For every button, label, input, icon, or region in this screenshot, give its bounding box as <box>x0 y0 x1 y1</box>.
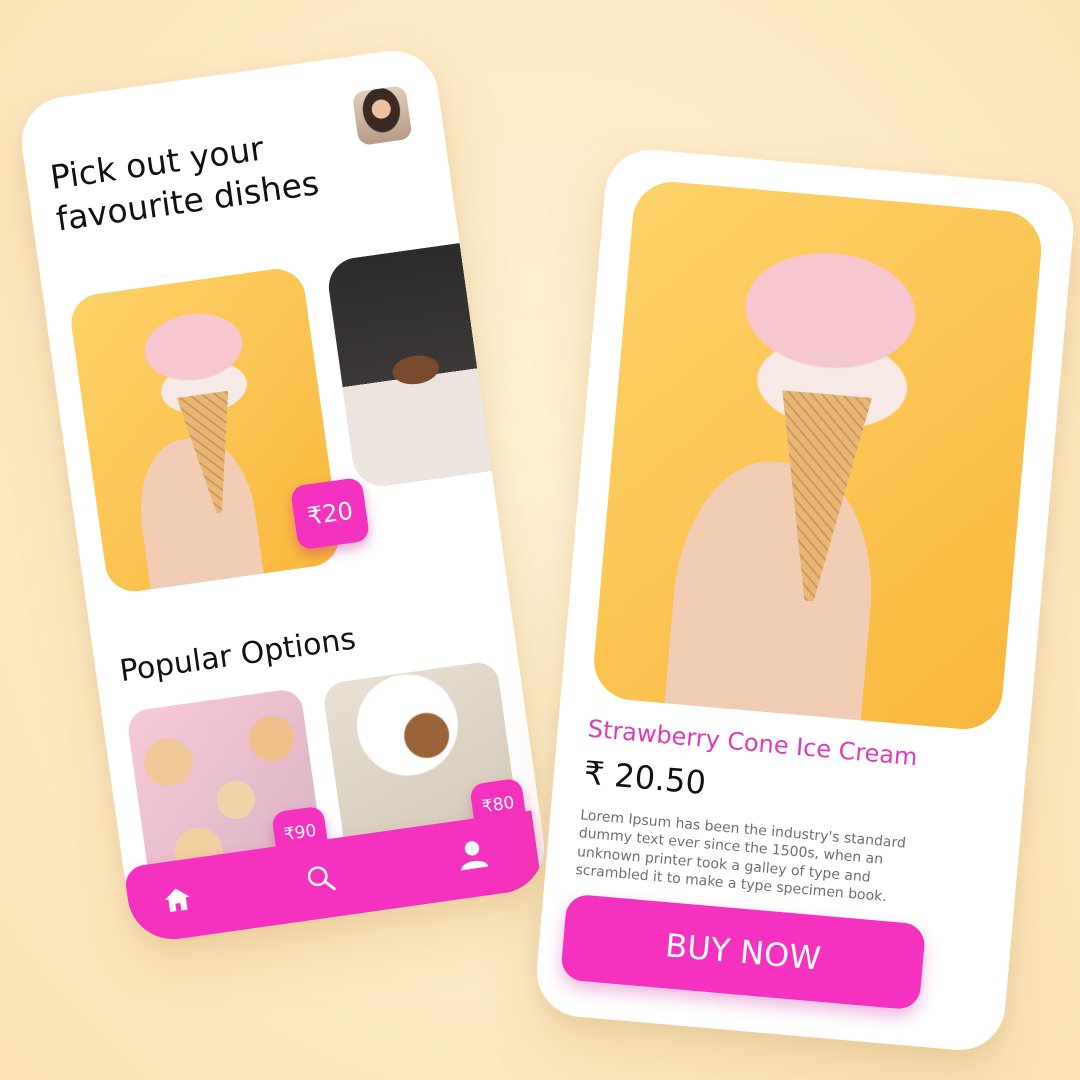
section-title-popular: Popular Options <box>117 621 358 690</box>
featured-price-badge: ₹20 <box>289 476 371 551</box>
product-detail-screen: Strawberry Cone Ice Cream ₹ 20.50 Lorem … <box>532 146 1078 1054</box>
product-description: Lorem Ipsum has been the industry's stan… <box>574 807 907 906</box>
avatar[interactable] <box>351 85 413 147</box>
home-screen: Pick out your favourite dishes ₹20 Popul… <box>15 44 551 946</box>
buy-now-button[interactable]: BUY NOW <box>560 893 927 1011</box>
home-icon[interactable] <box>160 883 194 921</box>
product-price: ₹ 20.50 <box>582 753 708 802</box>
hand-shape <box>658 454 883 733</box>
search-icon[interactable] <box>303 860 340 900</box>
user-icon[interactable] <box>453 835 494 880</box>
page-title: Pick out your favourite dishes <box>48 116 357 241</box>
featured-price: ₹20 <box>305 496 355 531</box>
featured-card-cake[interactable] <box>324 242 492 490</box>
product-image <box>590 178 1045 733</box>
